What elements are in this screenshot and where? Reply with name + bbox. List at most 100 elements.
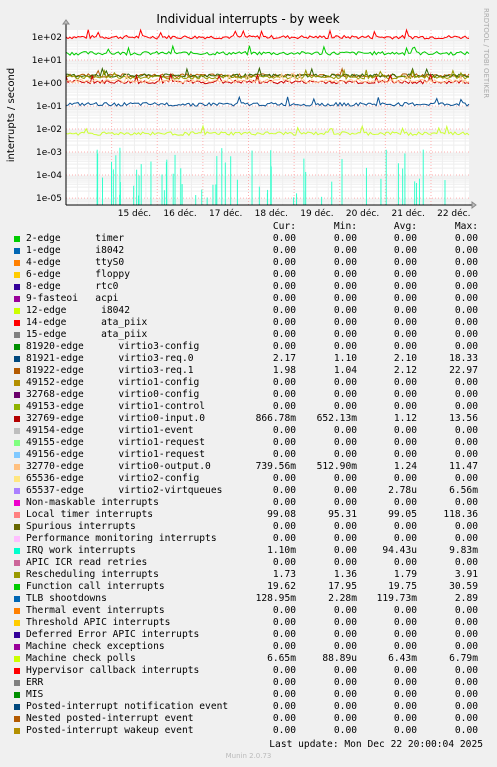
- x-tick-label: 21 déc.: [391, 208, 424, 219]
- legend-cur-value: 0.00: [272, 641, 296, 652]
- legend-row: 4-edge ttyS0 0.00 0.00 0.00 0.00: [0, 257, 497, 269]
- legend-label: 4-edge ttyS0: [26, 257, 125, 268]
- legend-avg-value: 0.00: [393, 389, 417, 400]
- legend-cur-value: 99.08: [267, 509, 296, 520]
- legend-row: 49153-edge virtio1-control 0.00 0.00 0.00 0.…: [0, 401, 497, 413]
- legend-max-value: 0.00: [454, 389, 478, 400]
- x-tick-label: 19 déc.: [300, 208, 333, 219]
- legend-max-value: 2.89: [454, 593, 478, 604]
- legend-row: Thermal event interrupts 0.00 0.00 0.00 0.00: [0, 605, 497, 617]
- legend-row: 81921-edge virtio3-req.0 2.17 1.10 2.10 18.3…: [0, 353, 497, 365]
- legend-min-value: 0.00: [333, 641, 357, 652]
- legend-min-value: 0.00: [333, 689, 357, 700]
- legend-min-value: 0.00: [333, 437, 357, 448]
- legend-cur-value: 0.00: [272, 533, 296, 544]
- legend-cur-value: 0.00: [272, 677, 296, 688]
- legend-avg-value: 0.00: [393, 665, 417, 676]
- legend-swatch: [14, 488, 20, 494]
- legend-avg-value: 0.00: [393, 269, 417, 280]
- legend-avg-value: 2.78u: [388, 485, 417, 496]
- legend-label: 9-fasteoi acpi: [26, 293, 119, 304]
- legend-cur-value: 0.00: [272, 701, 296, 712]
- legend-max-value: 0.00: [454, 665, 478, 676]
- legend-label: Non-maskable interrupts: [26, 497, 159, 508]
- legend-cur-value: 0.00: [272, 485, 296, 496]
- legend-swatch: [14, 428, 20, 434]
- legend-avg-value: 0.00: [393, 317, 417, 328]
- legend-min-value: 17.95: [328, 581, 357, 592]
- legend-swatch: [14, 572, 20, 578]
- legend-max-value: 6.56m: [449, 485, 478, 496]
- legend-min-value: 0.00: [333, 425, 357, 436]
- legend-avg-value: 0.00: [393, 701, 417, 712]
- legend-cur-value: 0.00: [272, 689, 296, 700]
- legend-swatch: [14, 692, 20, 698]
- legend-cur-value: 0.00: [272, 425, 296, 436]
- legend-cur-value: 0.00: [272, 473, 296, 484]
- legend-swatch: [14, 308, 20, 314]
- legend-max-value: 0.00: [454, 329, 478, 340]
- legend-label: 49156-edge virtio1-request: [26, 449, 206, 460]
- legend-label: Performance monitoring interrupts: [26, 533, 217, 544]
- legend-label: 49152-edge virtio1-config: [26, 377, 200, 388]
- legend-min-value: 88.89u: [322, 653, 357, 664]
- legend-row: 49154-edge virtio1-event 0.00 0.00 0.00 0.00: [0, 425, 497, 437]
- legend-avg-value: 0.00: [393, 305, 417, 316]
- legend-row: ERR 0.00 0.00 0.00 0.00: [0, 677, 497, 689]
- legend-label: Machine check exceptions: [26, 641, 165, 652]
- legend-label: Hypervisor callback interrupts: [26, 665, 200, 676]
- legend-swatch: [14, 680, 20, 686]
- legend-avg-value: 0.00: [393, 521, 417, 532]
- legend-row: 9-fasteoi acpi 0.00 0.00 0.00 0.00: [0, 293, 497, 305]
- last-update: Last update: Mon Dec 22 20:00:04 2025: [269, 739, 483, 750]
- legend-row: Machine check exceptions 0.00 0.00 0.00 0.00: [0, 641, 497, 653]
- chart-title: Individual interrupts - by week: [156, 12, 339, 26]
- legend-avg-value: 0.00: [393, 617, 417, 628]
- legend-cur-value: 0.00: [272, 497, 296, 508]
- legend-avg-value: 0.00: [393, 293, 417, 304]
- legend-swatch: [14, 668, 20, 674]
- legend-avg-value: 6.43m: [388, 653, 417, 664]
- legend-row: Non-maskable interrupts 0.00 0.00 0.00 0.00: [0, 497, 497, 509]
- legend-label: 32769-edge virtio0-input.0: [26, 413, 206, 424]
- legend-max-value: 0.00: [454, 473, 478, 484]
- legend-cur-value: 739.56m: [255, 461, 296, 472]
- legend-max-value: 0.00: [454, 449, 478, 460]
- legend-avg-value: 0.00: [393, 341, 417, 352]
- legend-cur-value: 0.00: [272, 557, 296, 568]
- legend-row: MIS 0.00 0.00 0.00 0.00: [0, 689, 497, 701]
- legend-swatch: [14, 260, 20, 266]
- legend-min-value: 0.00: [333, 329, 357, 340]
- legend-max-value: 0.00: [454, 293, 478, 304]
- legend-min-value: 0.00: [333, 533, 357, 544]
- legend-swatch: [14, 500, 20, 506]
- y-tick-label: 1e-02: [36, 125, 62, 135]
- legend-min-value: 0.00: [333, 389, 357, 400]
- legend-min-value: 0.00: [333, 245, 357, 256]
- legend-avg-value: 0.00: [393, 497, 417, 508]
- legend-label: ERR: [26, 677, 44, 688]
- legend-min-value: 0.00: [333, 677, 357, 688]
- legend-max-value: 13.56: [449, 413, 478, 424]
- y-tick-label: 1e-01: [36, 102, 62, 112]
- y-tick-label: 1e-04: [36, 171, 62, 181]
- legend-cur-value: 6.65m: [267, 653, 296, 664]
- legend-row: Machine check polls 6.65m 88.89u 6.43m 6.79m: [0, 653, 497, 665]
- legend-swatch: [14, 716, 20, 722]
- header-avg: Avg:: [393, 221, 417, 232]
- legend-cur-value: 0.00: [272, 257, 296, 268]
- legend-cur-value: 0.00: [272, 317, 296, 328]
- legend-row: 65537-edge virtio2-virtqueues 0.00 0.00 2.7…: [0, 485, 497, 497]
- legend-row: 1-edge i8042 0.00 0.00 0.00 0.00: [0, 245, 497, 257]
- legend-cur-value: 0.00: [272, 293, 296, 304]
- legend-row: APIC ICR read retries 0.00 0.00 0.00 0.00: [0, 557, 497, 569]
- legend-cur-value: 1.73: [272, 569, 296, 580]
- legend-min-value: 0.00: [333, 701, 357, 712]
- legend-swatch: [14, 392, 20, 398]
- legend-min-value: 0.00: [333, 725, 357, 736]
- legend-swatch: [14, 320, 20, 326]
- legend-min-value: 2.28m: [328, 593, 357, 604]
- legend-max-value: 0.00: [454, 533, 478, 544]
- x-tick-label: 16 déc.: [163, 208, 196, 219]
- legend-cur-value: 0.00: [272, 377, 296, 388]
